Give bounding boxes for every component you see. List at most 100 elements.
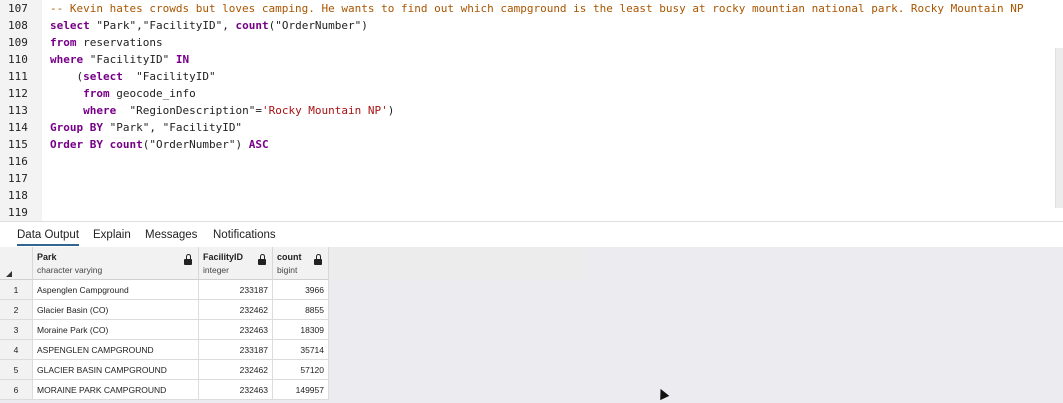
row-number[interactable]: 1	[0, 280, 33, 300]
sql-keyword: where	[83, 104, 117, 117]
code-text[interactable]: Group BY "Park", "FacilityID"	[50, 119, 242, 136]
line-number: 118	[8, 189, 28, 202]
cell-count[interactable]: 3966	[273, 280, 329, 300]
cell-count[interactable]: 8855	[273, 300, 329, 320]
code-line[interactable]: 111 (select "FacilityID"	[0, 68, 1063, 85]
cell-count[interactable]: 18309	[273, 320, 329, 340]
column-name: FacilityID	[203, 252, 244, 262]
code-line[interactable]: 118	[0, 187, 1063, 204]
sql-keyword: where	[50, 53, 84, 66]
cell-count[interactable]: 35714	[273, 340, 329, 360]
cell-park[interactable]: ASPENGLEN CAMPGROUND	[33, 340, 199, 360]
tab-explain[interactable]: Explain	[93, 228, 131, 246]
line-number: 117	[8, 172, 28, 185]
row-number[interactable]: 4	[0, 340, 33, 360]
sql-text: "FacilityID"	[122, 70, 216, 83]
sql-keyword: from	[83, 87, 110, 100]
code-line[interactable]: 107 -- Kevin hates crowds but loves campi…	[0, 0, 1063, 17]
sql-comment: -- Kevin hates crowds but loves camping.…	[50, 2, 1024, 15]
line-number: 108	[8, 19, 28, 32]
sql-text: geocode_info	[109, 87, 196, 100]
sql-string-literal: 'Rocky Mountain NP'	[261, 104, 388, 117]
sql-text: "Park","FacilityID",	[89, 19, 236, 32]
sql-keyword: count	[235, 19, 269, 32]
sql-text: )	[387, 104, 395, 117]
table-row[interactable]: 5 GLACIER BASIN CAMPGROUND 232462 57120	[0, 360, 329, 380]
lock-icon	[184, 254, 192, 265]
data-output-grid: Park character varying FacilityID intege…	[0, 247, 1063, 403]
tab-data-output[interactable]: Data Output	[17, 228, 80, 246]
code-line[interactable]: 113 where "RegionDescription"='Rocky Mou…	[0, 102, 1063, 119]
cell-park[interactable]: Glacier Basin (CO)	[33, 300, 199, 320]
code-line[interactable]: 109 from reservations	[0, 34, 1063, 51]
cell-park[interactable]: GLACIER BASIN CAMPGROUND	[33, 360, 199, 380]
sql-editor[interactable]: 107 -- Kevin hates crowds but loves campi…	[0, 0, 1063, 221]
line-number: 119	[8, 206, 28, 219]
column-type: character varying	[37, 265, 103, 275]
table-row[interactable]: 4 ASPENGLEN CAMPGROUND 233187 35714	[0, 340, 329, 360]
cell-facilityid[interactable]: 233187	[199, 340, 273, 360]
code-line[interactable]: 108 select "Park","FacilityID", count("Or…	[0, 17, 1063, 34]
cell-count[interactable]: 57120	[273, 360, 329, 380]
row-number[interactable]: 6	[0, 380, 33, 400]
table-row[interactable]: 6 MORAINE PARK CAMPGROUND 232463 149957	[0, 380, 329, 400]
sql-keyword: select	[83, 70, 123, 83]
select-all-corner[interactable]	[0, 247, 33, 280]
column-header-count[interactable]: count bigint	[273, 247, 329, 280]
code-text[interactable]: -- Kevin hates crowds but loves camping.…	[50, 0, 1024, 17]
row-number[interactable]: 5	[0, 360, 33, 380]
sql-keyword: Order BY	[50, 138, 103, 151]
code-text[interactable]: where "RegionDescription"='Rocky Mountai…	[50, 102, 394, 119]
table-row[interactable]: 1 Aspenglen Campground 233187 3966	[0, 280, 329, 300]
cell-count[interactable]: 149957	[273, 380, 329, 400]
cell-park[interactable]: MORAINE PARK CAMPGROUND	[33, 380, 199, 400]
column-name: Park	[37, 252, 57, 262]
row-number[interactable]: 3	[0, 320, 33, 340]
table-row[interactable]: 2 Glacier Basin (CO) 232462 8855	[0, 300, 329, 320]
sql-text: "Park", "FacilityID"	[102, 121, 243, 134]
lock-icon	[258, 254, 266, 265]
line-number: 112	[8, 87, 28, 100]
sql-text: "RegionDescription"=	[116, 104, 262, 117]
code-text[interactable]: from geocode_info	[50, 85, 196, 102]
code-line[interactable]: 112 from geocode_info	[0, 85, 1063, 102]
code-text[interactable]: select "Park","FacilityID", count("Order…	[50, 17, 368, 34]
cell-park[interactable]: Moraine Park (CO)	[33, 320, 199, 340]
column-header-facilityid[interactable]: FacilityID integer	[199, 247, 273, 280]
code-text[interactable]: Order BY count("OrderNumber") ASC	[50, 136, 269, 153]
sql-keyword: Group BY	[50, 121, 103, 134]
line-number: 109	[8, 36, 28, 49]
cell-facilityid[interactable]: 232462	[199, 360, 273, 380]
editor-vertical-scrollbar[interactable]	[1055, 48, 1063, 208]
code-text[interactable]: (select "FacilityID"	[50, 68, 216, 85]
code-line[interactable]: 116	[0, 153, 1063, 170]
code-line[interactable]: 119	[0, 204, 1063, 221]
line-number: 114	[8, 121, 28, 134]
line-number: 110	[8, 53, 28, 66]
tab-notifications[interactable]: Notifications	[213, 228, 276, 246]
row-number[interactable]: 2	[0, 300, 33, 320]
cell-facilityid[interactable]: 232463	[199, 380, 273, 400]
cell-facilityid[interactable]: 232462	[199, 300, 273, 320]
table-row[interactable]: 3 Moraine Park (CO) 232463 18309	[0, 320, 329, 340]
column-header-park[interactable]: Park character varying	[33, 247, 199, 280]
cell-facilityid[interactable]: 233187	[199, 280, 273, 300]
line-number: 113	[8, 104, 28, 117]
sql-keyword: IN	[175, 53, 190, 66]
grid-header-filler	[329, 247, 588, 280]
sql-keyword: ASC	[248, 138, 269, 151]
column-type: integer	[203, 265, 229, 275]
code-line[interactable]: 110 where "FacilityID" IN	[0, 51, 1063, 68]
cell-facilityid[interactable]: 232463	[199, 320, 273, 340]
cell-park[interactable]: Aspenglen Campground	[33, 280, 199, 300]
code-line[interactable]: 117	[0, 170, 1063, 187]
code-line[interactable]: 115 Order BY count("OrderNumber") ASC	[0, 136, 1063, 153]
code-text[interactable]: where "FacilityID" IN	[50, 51, 189, 68]
lock-icon	[314, 254, 322, 265]
tab-messages[interactable]: Messages	[145, 228, 197, 246]
sql-text: (	[50, 70, 84, 83]
code-line[interactable]: 114 Group BY "Park", "FacilityID"	[0, 119, 1063, 136]
code-text[interactable]: from reservations	[50, 34, 163, 51]
sql-text: ("OrderNumber")	[268, 19, 368, 32]
